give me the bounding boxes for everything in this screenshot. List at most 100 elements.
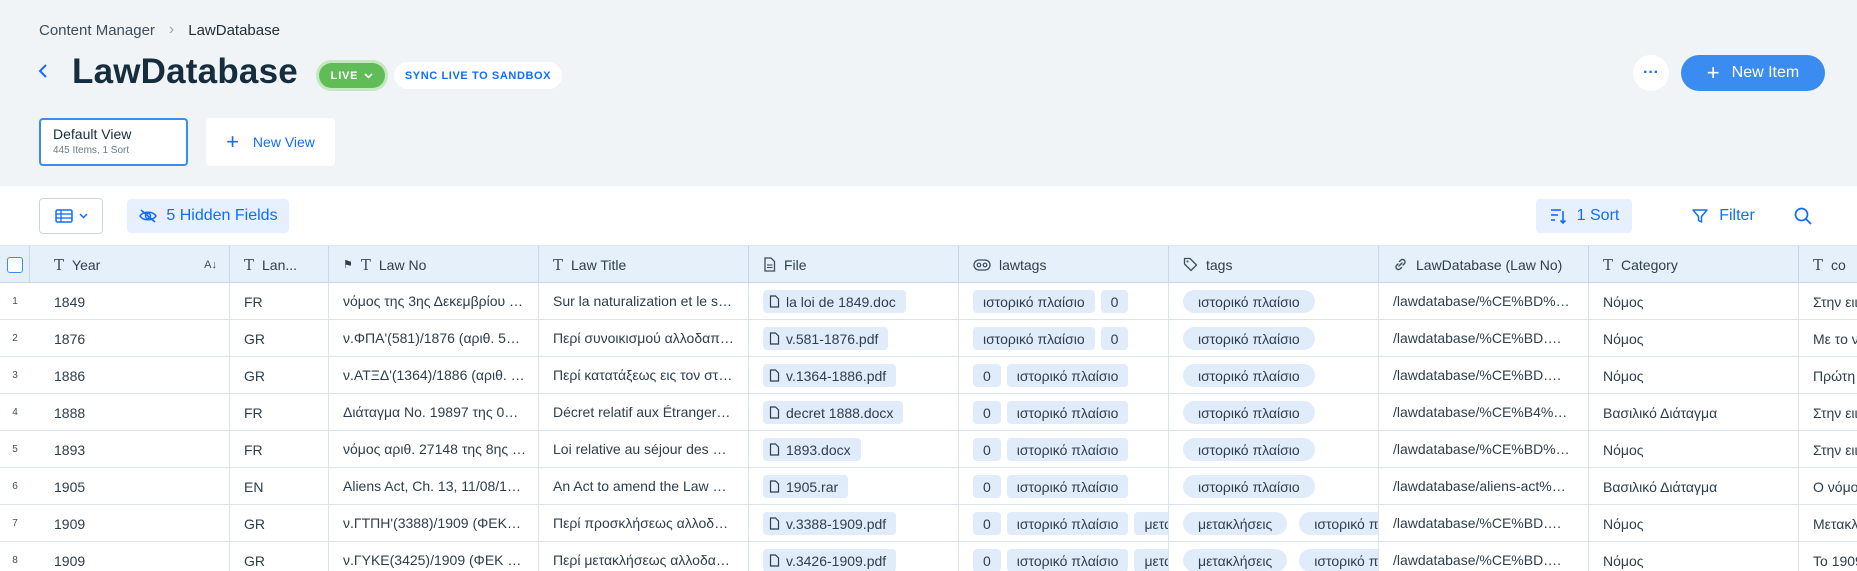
cell-link[interactable]: /lawdatabase/%CE%BD….: [1379, 320, 1589, 357]
file-chip[interactable]: v.3426-1909.pdf: [763, 549, 897, 571]
file-chip[interactable]: v.3388-1909.pdf: [763, 512, 897, 535]
cell-lawtags[interactable]: 0ιστορικό πλαίσιομετα: [959, 542, 1169, 571]
table-row[interactable]: 1 1849 FR νόμος της 3ης Δεκεμβρίου 1… Sur la…: [0, 283, 1857, 320]
more-actions-button[interactable]: ···: [1633, 55, 1669, 91]
cell-year[interactable]: 1893: [40, 431, 230, 468]
cell-tags[interactable]: ιστορικό πλαίσιο: [1169, 468, 1379, 505]
column-header-language[interactable]: T Lan...: [230, 246, 329, 283]
cell-tags[interactable]: μετακλήσεις ιστορικό πλα: [1169, 542, 1379, 571]
cell-lawtags[interactable]: 0 ιστορικό πλαίσιο: [959, 357, 1169, 394]
column-header-year[interactable]: T Year A↓: [40, 246, 230, 283]
cell-content[interactable]: Στην ειι: [1799, 394, 1857, 431]
cell-file[interactable]: v.1364-1886.pdf: [749, 357, 959, 394]
layout-switcher-button[interactable]: [39, 198, 103, 234]
cell-year[interactable]: 1849: [40, 283, 230, 320]
cell-title[interactable]: Loi relative au séjour des …: [539, 431, 749, 468]
cell-lang[interactable]: GR: [230, 357, 329, 394]
cell-year[interactable]: 1905: [40, 468, 230, 505]
cell-lang[interactable]: FR: [230, 431, 329, 468]
file-chip[interactable]: v.1364-1886.pdf: [763, 364, 897, 387]
cell-lawtags[interactable]: 0 ιστορικό πλαίσιο: [959, 431, 1169, 468]
cell-link[interactable]: /lawdatabase/aliens-act%…: [1379, 468, 1589, 505]
cell-category[interactable]: Νόμος: [1589, 505, 1799, 542]
cell-title[interactable]: Περί συνοικισμού αλλοδαπ…: [539, 320, 749, 357]
cell-file[interactable]: v.3388-1909.pdf: [749, 505, 959, 542]
cell-year[interactable]: 1876: [40, 320, 230, 357]
cell-category[interactable]: Νόμος: [1589, 320, 1799, 357]
cell-category[interactable]: Νόμος: [1589, 283, 1799, 320]
live-status-dropdown[interactable]: LIVE: [319, 63, 385, 88]
cell-lawno[interactable]: ν.ΓΥΚΕ(3425)/1909 (ΦΕΚ …: [329, 542, 539, 571]
file-chip[interactable]: la loi de 1849.doc: [763, 290, 906, 313]
sync-live-to-sandbox-button[interactable]: SYNC LIVE TO SANDBOX: [394, 62, 562, 89]
cell-tags[interactable]: μετακλήσεις ιστορικό πλα: [1169, 505, 1379, 542]
cell-year[interactable]: 1886: [40, 357, 230, 394]
search-button[interactable]: [1786, 199, 1820, 233]
file-chip[interactable]: decret 1888.docx: [763, 401, 904, 424]
column-header-content[interactable]: T co: [1799, 246, 1857, 283]
cell-content[interactable]: Μετακλ: [1799, 505, 1857, 542]
back-arrow-icon[interactable]: [36, 60, 54, 86]
cell-lang[interactable]: GR: [230, 505, 329, 542]
cell-lang[interactable]: FR: [230, 394, 329, 431]
filter-button[interactable]: Filter: [1668, 199, 1778, 233]
table-row[interactable]: 3 1886 GR ν.ΑΤΞΔ'(1364)/1886 (αριθ. … Περί κ…: [0, 357, 1857, 394]
column-header-law-title[interactable]: T Law Title: [539, 246, 749, 283]
column-header-lawtags[interactable]: lawtags: [959, 246, 1169, 283]
cell-file[interactable]: v.581-1876.pdf: [749, 320, 959, 357]
cell-link[interactable]: /lawdatabase/%CE%BD….: [1379, 357, 1589, 394]
cell-lawno[interactable]: νόμος αριθ. 27148 της 8ης …: [329, 431, 539, 468]
cell-category[interactable]: Νόμος: [1589, 357, 1799, 394]
file-chip[interactable]: 1905.rar: [763, 475, 849, 498]
cell-title[interactable]: Décret relatif aux Étranger…: [539, 394, 749, 431]
cell-tags[interactable]: ιστορικό πλαίσιο: [1169, 320, 1379, 357]
cell-link[interactable]: /lawdatabase/%CE%BD%…: [1379, 431, 1589, 468]
cell-category[interactable]: Νόμος: [1589, 542, 1799, 571]
cell-title[interactable]: Περί προσκλήσεως αλλοδα…: [539, 505, 749, 542]
cell-lawno[interactable]: νόμος της 3ης Δεκεμβρίου 1…: [329, 283, 539, 320]
cell-lawtags[interactable]: 0ιστορικό πλαίσιομετα: [959, 505, 1169, 542]
cell-file[interactable]: 1905.rar: [749, 468, 959, 505]
cell-year[interactable]: 1888: [40, 394, 230, 431]
cell-lawno[interactable]: Διάταγμα No. 19897 της 02…: [329, 394, 539, 431]
cell-tags[interactable]: ιστορικό πλαίσιο: [1169, 283, 1379, 320]
sort-button[interactable]: 1 Sort: [1536, 199, 1632, 233]
cell-lang[interactable]: FR: [230, 283, 329, 320]
cell-category[interactable]: Νόμος: [1589, 431, 1799, 468]
cell-content[interactable]: Πρώτη: [1799, 357, 1857, 394]
cell-file[interactable]: la loi de 1849.doc: [749, 283, 959, 320]
default-view-tab[interactable]: Default View 445 Items, 1 Sort: [39, 118, 188, 166]
cell-link[interactable]: /lawdatabase/%CE%BD%…: [1379, 283, 1589, 320]
cell-lang[interactable]: GR: [230, 320, 329, 357]
column-header-tags[interactable]: tags: [1169, 246, 1379, 283]
cell-lang[interactable]: EN: [230, 468, 329, 505]
cell-lawno[interactable]: Aliens Act, Ch. 13, 11/08/1…: [329, 468, 539, 505]
cell-year[interactable]: 1909: [40, 505, 230, 542]
cell-lawtags[interactable]: 0 ιστορικό πλαίσιο: [959, 394, 1169, 431]
file-chip[interactable]: v.581-1876.pdf: [763, 327, 889, 350]
cell-file[interactable]: 1893.docx: [749, 431, 959, 468]
column-header-link[interactable]: LawDatabase (Law No): [1379, 246, 1589, 283]
cell-category[interactable]: Βασιλικό Διάταγμα: [1589, 394, 1799, 431]
cell-content[interactable]: Το 1909: [1799, 542, 1857, 571]
cell-lang[interactable]: GR: [230, 542, 329, 571]
new-view-button[interactable]: + New View: [206, 118, 335, 166]
cell-lawno[interactable]: ν.ΑΤΞΔ'(1364)/1886 (αριθ. …: [329, 357, 539, 394]
cell-lawno[interactable]: ν.ΓΤΠΗ'(3388)/1909 (ΦΕΚ…: [329, 505, 539, 542]
cell-tags[interactable]: ιστορικό πλαίσιο: [1169, 394, 1379, 431]
cell-link[interactable]: /lawdatabase/%CE%BD….: [1379, 542, 1589, 571]
cell-title[interactable]: Sur la naturalization et le s…: [539, 283, 749, 320]
cell-title[interactable]: Περί μετακλήσεως αλλοδαπ…: [539, 542, 749, 571]
cell-tags[interactable]: ιστορικό πλαίσιο: [1169, 357, 1379, 394]
cell-link[interactable]: /lawdatabase/%CE%BD….: [1379, 505, 1589, 542]
cell-lawtags[interactable]: ιστορικό πλαίσιο 0: [959, 283, 1169, 320]
cell-year[interactable]: 1909: [40, 542, 230, 571]
cell-tags[interactable]: ιστορικό πλαίσιο: [1169, 431, 1379, 468]
new-item-button[interactable]: + New Item: [1681, 55, 1825, 91]
column-header-category[interactable]: T Category: [1589, 246, 1799, 283]
table-row[interactable]: 7 1909 GR ν.ΓΤΠΗ'(3388)/1909 (ΦΕΚ… Περί προσ…: [0, 505, 1857, 542]
table-row[interactable]: 8 1909 GR ν.ΓΥΚΕ(3425)/1909 (ΦΕΚ … Περί μετα…: [0, 542, 1857, 571]
table-row[interactable]: 2 1876 GR ν.ΦΠΑ'(581)/1876 (αριθ. 5… Περί συ…: [0, 320, 1857, 357]
cell-file[interactable]: v.3426-1909.pdf: [749, 542, 959, 571]
select-all-checkbox[interactable]: [7, 257, 23, 273]
